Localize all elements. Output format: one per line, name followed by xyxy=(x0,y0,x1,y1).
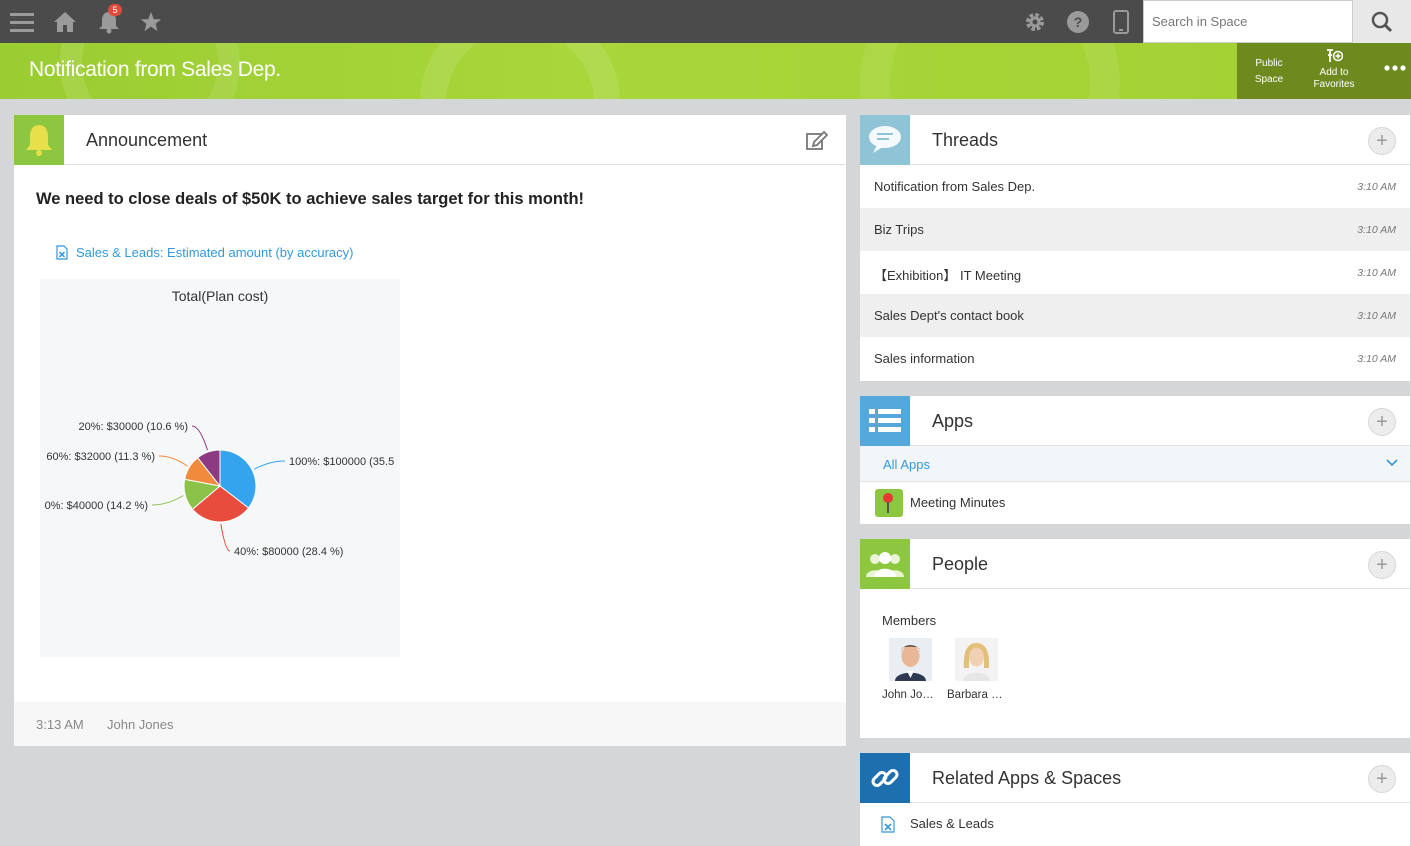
pie-label-connector xyxy=(158,455,188,467)
related-item[interactable]: Sales & Leads xyxy=(860,803,1410,843)
star-icon[interactable] xyxy=(139,0,163,43)
thread-list: Notification from Sales Dep. 3:10 AM Biz … xyxy=(860,165,1410,380)
add-to-favorites-button[interactable]: Add to Favorites xyxy=(1309,49,1359,91)
people-panel: People + Members John Jo… Barbara … xyxy=(860,539,1410,738)
threads-speech-bubble-icon xyxy=(860,115,910,165)
post-author[interactable]: John Jones xyxy=(107,717,174,732)
notification-count-badge: 5 xyxy=(108,4,122,16)
related-title: Related Apps & Spaces xyxy=(932,768,1122,788)
apps-list-icon xyxy=(860,396,910,446)
link-chain-icon xyxy=(860,753,910,803)
pie-label-connector xyxy=(191,425,209,451)
pie-slice-label: 60%: $32000 (11.3 %) xyxy=(46,451,155,463)
menu-icon[interactable] xyxy=(8,0,36,43)
related-panel: Related Apps & Spaces + Sales & Leads xyxy=(860,753,1410,846)
pie-slice-label: 0%: $40000 (14.2 %) xyxy=(45,500,148,512)
apps-panel: Apps + All Apps Meeting Minutes xyxy=(860,396,1410,524)
space-actions: Public Space Add to Favorites xyxy=(1237,43,1411,99)
avatar[interactable] xyxy=(889,638,932,681)
public-space-label: Public Space xyxy=(1254,58,1284,85)
pie-chart-svg: Total(Plan cost) 100%: $100000 (35.5 40%:… xyxy=(45,288,395,558)
avatar[interactable] xyxy=(955,638,998,681)
pie-label-connector xyxy=(151,495,184,506)
pin-add-icon xyxy=(1327,49,1344,62)
threads-panel: Threads + Notification from Sales Dep. 3:… xyxy=(860,115,1410,381)
edit-icon[interactable] xyxy=(806,130,829,155)
thread-row[interactable]: Sales Dept's contact book 3:10 AM xyxy=(860,294,1410,337)
mobile-icon[interactable] xyxy=(1112,0,1130,43)
app-name[interactable]: Meeting Minutes xyxy=(910,495,1005,510)
report-link[interactable]: Sales & Leads: Estimated amount (by accu… xyxy=(56,245,353,260)
apps-filter-dropdown[interactable]: All Apps xyxy=(860,446,1410,482)
announcement-bell-icon xyxy=(14,115,64,165)
apps-filter-value[interactable]: All Apps xyxy=(883,457,930,472)
member-name[interactable]: John Jo… xyxy=(882,689,934,701)
thread-row[interactable]: 【Exhibition】 IT Meeting 3:10 AM xyxy=(860,251,1410,294)
announcement-title: Announcement xyxy=(86,130,208,150)
search-icon xyxy=(1371,11,1393,32)
add-related-button[interactable]: + xyxy=(1368,765,1396,793)
announcement-footer: 3:13 AM John Jones xyxy=(14,702,846,746)
pie-chart: Total(Plan cost) 100%: $100000 (35.5 40%:… xyxy=(40,279,400,657)
post-time: 3:13 AM xyxy=(36,717,84,732)
app-file-icon xyxy=(881,816,895,833)
more-options-icon[interactable] xyxy=(1383,63,1407,75)
apps-title: Apps xyxy=(932,411,974,431)
home-icon[interactable] xyxy=(52,0,78,43)
pie-slice-label: 100%: $100000 (35.5 xyxy=(289,456,394,468)
announcement-headline: We need to close deals of $50K to achiev… xyxy=(36,190,585,208)
pie-label-connector xyxy=(220,523,231,552)
pie-slice-label: 20%: $30000 (10.6 %) xyxy=(79,421,188,433)
app-item[interactable]: Meeting Minutes xyxy=(860,482,1410,522)
thread-row[interactable]: Biz Trips 3:10 AM xyxy=(860,208,1410,251)
svg-text:?: ? xyxy=(1074,14,1083,30)
people-group-icon xyxy=(860,539,910,589)
thread-row[interactable]: Sales information 3:10 AM xyxy=(860,337,1410,380)
add-app-button[interactable]: + xyxy=(1368,408,1396,436)
chart-title: Total(Plan cost) xyxy=(172,288,268,304)
settings-gear-icon[interactable] xyxy=(1022,0,1048,43)
chevron-down-icon xyxy=(1386,459,1398,467)
search-button[interactable] xyxy=(1353,0,1411,43)
space-title: Notification from Sales Dep. xyxy=(29,58,281,81)
search-input[interactable] xyxy=(1143,0,1353,43)
threads-title: Threads xyxy=(932,130,999,150)
add-person-button[interactable]: + xyxy=(1368,551,1396,579)
thread-row[interactable]: Notification from Sales Dep. 3:10 AM xyxy=(860,165,1410,208)
report-link-text[interactable]: Sales & Leads: Estimated amount (by accu… xyxy=(76,245,353,260)
app-file-icon xyxy=(56,245,68,260)
announcement-panel: Announcement We need to close deals of $… xyxy=(14,115,846,746)
top-bar: 5 ? xyxy=(0,0,1411,43)
add-thread-button[interactable]: + xyxy=(1368,127,1396,155)
member-name[interactable]: Barbara … xyxy=(947,689,1003,701)
people-title: People xyxy=(932,554,989,574)
pie-label-connector xyxy=(253,460,286,470)
pushpin-icon xyxy=(875,489,903,517)
members-label: Members xyxy=(882,613,937,628)
pie-slice-label: 40%: $80000 (28.4 %) xyxy=(234,546,343,558)
related-item-name[interactable]: Sales & Leads xyxy=(910,816,994,831)
space-banner: Notification from Sales Dep. Public Spac… xyxy=(0,43,1411,99)
help-icon[interactable]: ? xyxy=(1066,0,1090,43)
